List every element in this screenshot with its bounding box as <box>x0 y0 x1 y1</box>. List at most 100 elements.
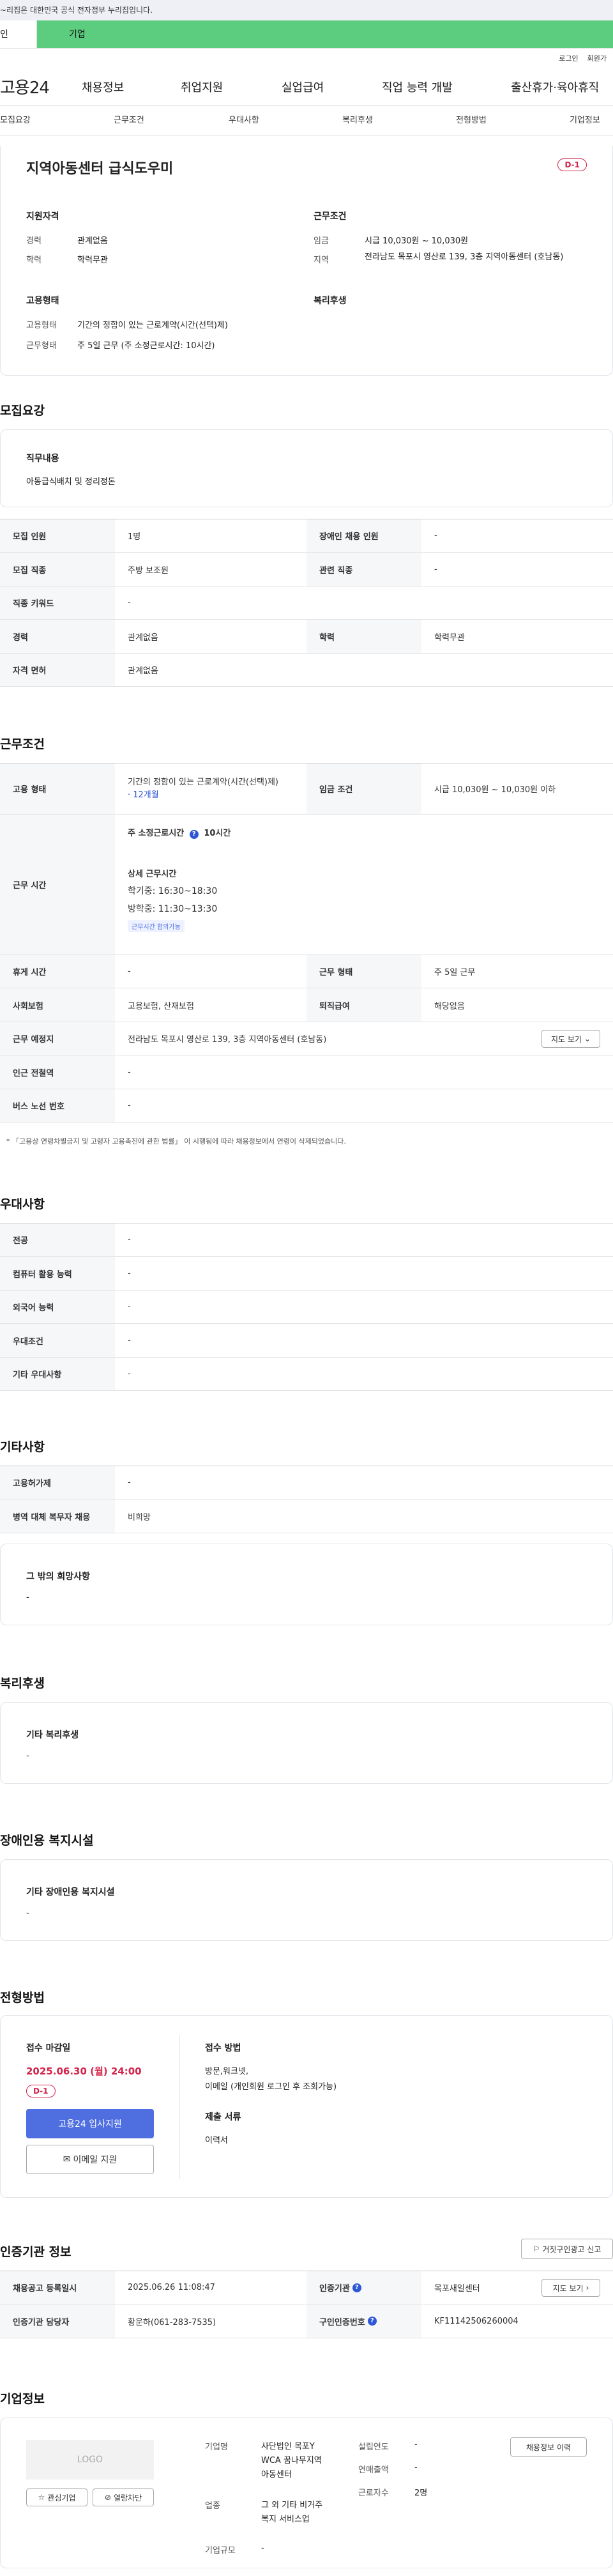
row-label: 버스 노선 번호 <box>0 1089 115 1122</box>
emp-type-text: 기간의 정함이 있는 근로계약(시간(선택)제) <box>128 777 279 787</box>
welfare-title: 복리후생 <box>314 296 347 306</box>
report-button[interactable]: ⚐ 거짓구인광고 신고 <box>521 2239 613 2259</box>
table-row: 우대조건 - <box>0 1324 613 1358</box>
subnav-pref[interactable]: 우대사항 <box>229 106 259 135</box>
map-button[interactable]: 지도 보기 ⌄ <box>541 1030 600 1048</box>
row-value: - <box>434 531 437 540</box>
company-logo-text: LOGO <box>77 2455 103 2465</box>
selection-heading: 전형방법 <box>0 1991 45 2005</box>
disabled-value: - <box>26 1908 29 1918</box>
dday-badge: D-1 <box>557 158 587 171</box>
subnav-selection[interactable]: 전형방법 <box>456 106 487 135</box>
company-industry-line: 복지 서비스업 <box>261 2515 310 2524</box>
detail-hours-term: 학기중: 16:30~18:30 <box>128 886 218 896</box>
tab-company[interactable]: 기업 <box>37 20 613 48</box>
cond-wage-value: 시급 10,030원 ~ 10,030원 <box>365 236 469 246</box>
row-value: 주 소정근로시간 ? 10시간 상세 근무시간 학기중: 16:30~18:30… <box>115 815 613 954</box>
qual-edu-value: 학력무관 <box>77 256 108 265</box>
row-value: - <box>434 564 437 574</box>
row-value: 해당없음 <box>434 1001 465 1011</box>
row-label: 인증기관 담당자 <box>0 2304 115 2338</box>
table-row: 경력 관계없음 학력 학력무관 <box>0 620 613 654</box>
company-history-button[interactable]: 채용정보 이력 <box>510 2437 587 2457</box>
fav-company-button[interactable]: ☆ 관심기업 <box>26 2488 87 2506</box>
cert-map-button[interactable]: 지도 보기 › <box>541 2279 600 2297</box>
table-row: 고용 형태 기간의 정함이 있는 근로계약(시간(선택)제) · 12개월 임금… <box>0 763 613 815</box>
welfare-value: - <box>26 1751 29 1761</box>
row-value: 1명 <box>128 532 141 542</box>
subnav-work[interactable]: 근무조건 <box>114 106 144 135</box>
row-label: 기타 우대사항 <box>0 1358 115 1390</box>
table-row: 자격 면허 관계없음 <box>0 654 613 687</box>
email-apply-label: 이메일 지원 <box>73 2155 117 2165</box>
company-name-line: WCA 꿈나무지역 <box>261 2456 322 2465</box>
row-label: 전공 <box>0 1223 115 1256</box>
emp-title: 고용형태 <box>26 296 59 306</box>
gnb-menu-jobs[interactable]: 채용정보 <box>82 79 124 95</box>
gnb-menu-benefit[interactable]: 실업급여 <box>282 79 324 95</box>
report-button-label: 거짓구인광고 신고 <box>542 2244 602 2254</box>
pref-heading: 우대사항 <box>0 1197 45 1211</box>
tab-personal[interactable]: 인 <box>0 20 37 48</box>
util-bar: 로그인 회원가 <box>0 49 613 68</box>
row-value: - <box>128 598 131 608</box>
work-heading: 근무조건 <box>0 737 45 751</box>
recruit-heading: 모집요강 <box>0 404 45 418</box>
table-row: 외국어 능력 - <box>0 1291 613 1324</box>
info-icon[interactable]: ? <box>352 2283 361 2292</box>
row-label: 모집 직종 <box>0 553 115 586</box>
row-value: 학력무관 <box>434 632 465 643</box>
row-value: 주방 보조원 <box>128 565 169 576</box>
table-row: 채용공고 등록일시 2025.06.26 11:08:47 인증기관? 목포새일… <box>0 2271 613 2304</box>
company-logo: LOGO <box>26 2440 154 2480</box>
signup-link[interactable]: 회원가 <box>587 53 607 63</box>
cond-title: 근무조건 <box>314 211 347 222</box>
apply-button[interactable]: 고용24 입사지원 <box>26 2109 154 2138</box>
company-name-value: 사단법인 목포Y WCA 꿈나무지역 아동센터 <box>261 2440 322 2482</box>
row-value: 관계없음 <box>128 632 158 643</box>
company-card: LOGO ☆ 관심기업 ⊘ 열람차단 기업명 사단법인 목포Y WCA 꿈나무지… <box>0 2418 613 2568</box>
block-company-button[interactable]: ⊘ 열람차단 <box>93 2488 154 2506</box>
gnb-menu-support[interactable]: 취업지원 <box>181 79 223 95</box>
info-icon[interactable]: ? <box>367 2317 377 2326</box>
row-label: 모집 인원 <box>0 519 115 552</box>
row-label: 자격 면허 <box>0 654 115 686</box>
work-table: 고용 형태 기간의 정함이 있는 근로계약(시간(선택)제) · 12개월 임금… <box>0 763 613 1123</box>
company-name-line: 아동센터 <box>261 2470 292 2480</box>
qual-title: 지원자격 <box>26 211 59 222</box>
cert-org-label: 인증기관 <box>319 2284 350 2294</box>
gnb-menu-leave[interactable]: 출산휴가·육아휴직 <box>511 79 599 95</box>
qual-career-label: 경력 <box>26 236 42 246</box>
email-apply-button[interactable]: ✉ 이메일 지원 <box>26 2145 154 2174</box>
company-industry-label: 업종 <box>205 2501 220 2511</box>
row-value: 주 5일 근무 <box>434 968 476 977</box>
divider <box>179 2035 180 2179</box>
weekly-hours-value: 10시간 <box>204 829 231 838</box>
row-label: 외국어 능력 <box>0 1291 115 1323</box>
subnav-recruit[interactable]: 모집요강 <box>0 106 31 135</box>
row-value: 관계없음 <box>128 666 158 676</box>
subnav-welfare[interactable]: 복리후생 <box>342 106 373 135</box>
etc-other-card: 그 밖의 희망사항 - <box>0 1544 613 1625</box>
table-row: 근무 예정지 전라남도 목포시 영산로 139, 3층 지역아동센터 (호남동)… <box>0 1022 613 1055</box>
etc-heading: 기타사항 <box>0 1440 45 1454</box>
table-row: 버스 노선 번호 - <box>0 1089 613 1123</box>
row-value: 황운하(061-283-7535) <box>128 2317 216 2327</box>
qual-edu-label: 학력 <box>26 256 42 265</box>
global-nav: 고용24 채용정보 취업지원 실업급여 직업 능력 개발 출산휴가·육아휴직 <box>0 68 613 106</box>
subnav-company[interactable]: 기업정보 <box>570 106 600 135</box>
detail-hours-vacation: 방학중: 11:30~13:30 <box>128 904 218 914</box>
info-icon[interactable]: ? <box>189 830 199 839</box>
row-label: 병역 대체 복무자 채용 <box>0 1499 115 1533</box>
row-value: - <box>128 1268 131 1278</box>
login-link[interactable]: 로그인 <box>559 53 578 63</box>
row-label: 고용 형태 <box>0 763 115 814</box>
cond-region-value: 전라남도 목포시 영산로 139, 3층 지역아동센터 (호남동) <box>365 252 564 262</box>
company-name-label: 기업명 <box>205 2442 228 2452</box>
row-label: 채용공고 등록일시 <box>0 2271 115 2304</box>
gnb-menu-training[interactable]: 직업 능력 개발 <box>382 79 453 95</box>
row-label: 컴퓨터 활용 능력 <box>0 1257 115 1290</box>
site-logo[interactable]: 고용24 <box>0 75 50 98</box>
emp-type-value: 기간의 정함이 있는 근로계약(시간(선택)제) <box>77 321 229 330</box>
deadline-value: 2025.06.30 (월) 24:00 <box>26 2066 142 2077</box>
